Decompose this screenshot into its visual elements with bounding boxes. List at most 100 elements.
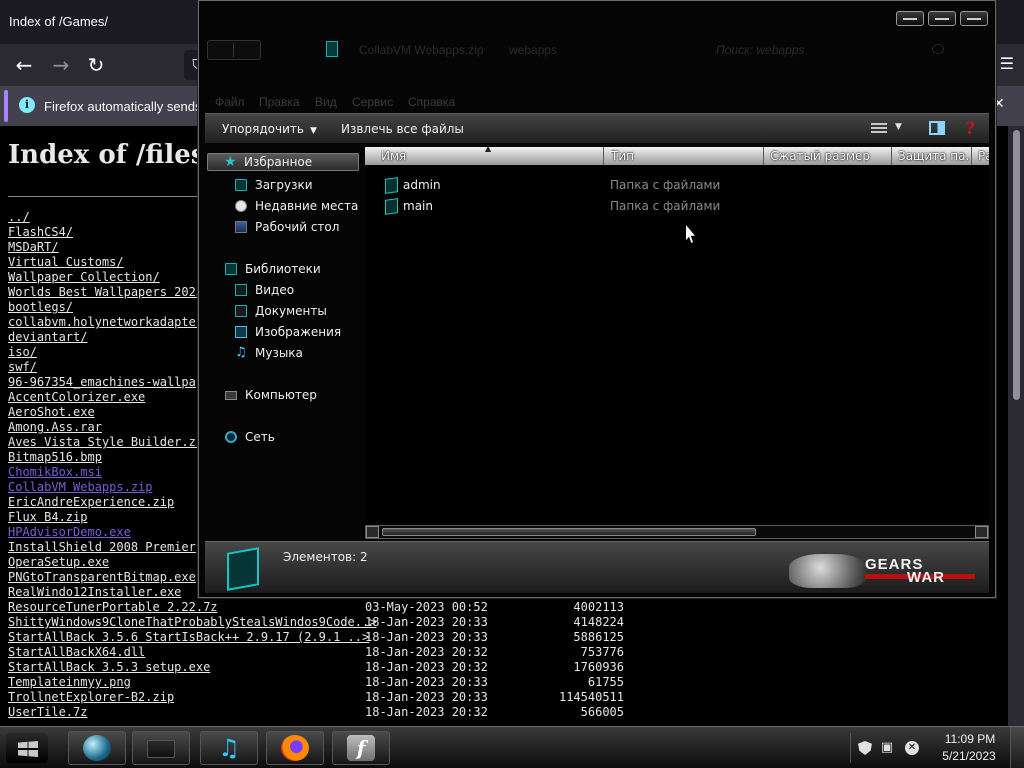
clock-date[interactable]: 5/21/2023 xyxy=(936,749,1002,763)
file-link[interactable]: Among.Ass.rar xyxy=(8,420,102,435)
file-link[interactable]: deviantart/ xyxy=(8,330,87,345)
divider xyxy=(8,196,208,197)
item-count: Элементов: 2 xyxy=(283,550,368,564)
horizontal-scrollbar[interactable] xyxy=(365,525,989,539)
file-date: 03-May-2023 00:52 xyxy=(365,600,488,614)
search-input[interactable]: Поиск: webapps xyxy=(716,43,804,57)
file-link[interactable]: OperaSetup.exe xyxy=(8,555,109,570)
list-item[interactable]: main Папка с файлами xyxy=(365,196,985,216)
menu-view[interactable]: Вид xyxy=(315,95,337,109)
maximize-button[interactable] xyxy=(928,11,956,26)
file-link[interactable]: swf/ xyxy=(8,360,37,375)
list-item[interactable]: admin Папка с файлами xyxy=(365,175,985,195)
file-link[interactable]: ShittyWindows9CloneThatProbablyStealsWin… xyxy=(8,615,376,630)
file-link[interactable]: AccentColorizer.exe xyxy=(8,390,145,405)
file-link[interactable]: ../ xyxy=(8,210,30,225)
show-desktop-button[interactable] xyxy=(1010,727,1024,768)
column-compressed-size[interactable]: Сжатый размер xyxy=(770,149,890,163)
column-divider[interactable] xyxy=(603,147,604,165)
file-link[interactable]: PNGtoTransparentBitmap.exe xyxy=(8,570,196,585)
file-link[interactable]: Wallpaper Collection/ xyxy=(8,270,160,285)
file-link[interactable]: Worlds Best Wallpapers 2023 xyxy=(8,285,203,300)
taskbar-media-player[interactable]: ♫ xyxy=(200,731,258,765)
clock-time[interactable]: 11:09 PM xyxy=(940,732,1000,746)
taskbar-flash[interactable]: f xyxy=(332,731,390,765)
file-link[interactable]: 96-967354_emachines-wallpap xyxy=(8,375,203,390)
taskbar-firefox[interactable] xyxy=(266,731,324,765)
breadcrumb-folder[interactable]: webapps xyxy=(509,43,557,57)
file-link[interactable]: InstallShield 2008 Premier xyxy=(8,540,196,555)
column-password[interactable]: Защита па... xyxy=(898,149,970,163)
forward-icon[interactable]: → xyxy=(49,53,73,77)
file-link[interactable]: StartAllBack 3.5.3 setup.exe xyxy=(8,660,210,675)
action-center-icon[interactable] xyxy=(858,741,872,755)
menu-edit[interactable]: Правка xyxy=(259,95,300,109)
recent-places-icon xyxy=(235,200,247,212)
file-link[interactable]: Flux B4.zip xyxy=(8,510,87,525)
file-date: 18-Jan-2023 20:33 xyxy=(365,615,488,629)
file-link[interactable]: RealWindo12Installer.exe xyxy=(8,585,181,600)
views-icon[interactable] xyxy=(871,123,887,135)
taskbar-internet-explorer[interactable] xyxy=(68,731,126,765)
file-link[interactable]: StartAllBack 3.5.6 StartIsBack++ 2.9.17 … xyxy=(8,630,369,645)
file-link[interactable]: Virtual Customs/ xyxy=(8,255,124,270)
start-button[interactable] xyxy=(6,733,48,763)
column-divider[interactable] xyxy=(971,147,972,165)
reload-icon[interactable]: ↻ xyxy=(84,53,108,77)
column-divider[interactable] xyxy=(891,147,892,165)
file-link[interactable]: ChomikBox.msi xyxy=(8,465,102,480)
menu-help[interactable]: Справка xyxy=(408,95,455,109)
file-date: 18-Jan-2023 20:32 xyxy=(365,660,488,674)
search-icon[interactable] xyxy=(932,44,944,54)
file-link[interactable]: bootlegs/ xyxy=(8,300,73,315)
file-link[interactable]: AeroShot.exe xyxy=(8,405,95,420)
file-link[interactable]: Templateinmyy.png xyxy=(8,675,131,690)
help-icon[interactable]: ? xyxy=(965,119,975,139)
file-link[interactable]: iso/ xyxy=(8,345,37,360)
file-link[interactable]: collabvm.holynetworkadapter xyxy=(8,315,203,330)
column-divider[interactable] xyxy=(763,147,764,165)
column-size[interactable]: Ра xyxy=(978,149,989,163)
divider xyxy=(233,43,234,57)
zip-folder-icon xyxy=(326,41,338,57)
file-link[interactable]: TrollnetExplorer-B2.zip xyxy=(8,690,174,705)
taskbar-explorer[interactable] xyxy=(132,731,190,765)
column-type[interactable]: Тип xyxy=(611,149,761,163)
scroll-left-button[interactable] xyxy=(366,526,379,538)
scrollbar-thumb[interactable] xyxy=(382,528,756,536)
network-icon[interactable]: ▣ xyxy=(880,741,894,755)
back-icon[interactable]: ← xyxy=(12,53,36,77)
file-link[interactable]: FlashCS4/ xyxy=(8,225,73,240)
menu-tools[interactable]: Сервис xyxy=(352,95,393,109)
skull-icon xyxy=(789,554,867,588)
file-link[interactable]: EricAndreExperience.zip xyxy=(8,495,174,510)
file-date: 18-Jan-2023 20:33 xyxy=(365,690,488,704)
organize-button[interactable]: Упорядочить ▼ xyxy=(222,122,317,136)
back-forward-buttons[interactable] xyxy=(207,40,261,60)
menu-file[interactable]: Файл xyxy=(215,95,245,109)
breadcrumb-archive[interactable]: CollabVM Webapps.zip xyxy=(359,43,484,57)
file-link[interactable]: UserTile.7z xyxy=(8,705,87,720)
file-link[interactable]: MSDaRT/ xyxy=(8,240,59,255)
hamburger-menu-icon[interactable]: ☰ xyxy=(1000,54,1014,73)
page-scrollbar-thumb[interactable] xyxy=(1013,130,1020,400)
file-link[interactable]: HPAdvisorDemo.exe xyxy=(8,525,131,540)
file-link[interactable]: CollabVM Webapps.zip xyxy=(8,480,153,495)
column-name[interactable]: Имя xyxy=(381,149,601,163)
file-link[interactable]: Bitmap516.bmp xyxy=(8,450,102,465)
menu-bar: Файл Правка Вид Сервис Справка xyxy=(199,93,995,111)
close-button[interactable] xyxy=(960,11,988,26)
file-link[interactable]: ResourceTunerPortable 2.22.7z xyxy=(8,600,218,615)
volume-muted-icon[interactable]: ✕ xyxy=(905,741,919,755)
scroll-right-button[interactable] xyxy=(975,526,988,538)
minimize-button[interactable] xyxy=(896,11,924,26)
extract-all-button[interactable]: Извлечь все файлы xyxy=(341,122,464,136)
file-link[interactable]: StartAllBackX64.dll xyxy=(8,645,145,660)
list-item: StartAllBack 3.5.6 StartIsBack++ 2.9.17 … xyxy=(8,630,1008,645)
browser-tab-title[interactable]: Index of /Games/ xyxy=(9,14,108,29)
nav-item-favorites[interactable]: ★ Избранное xyxy=(207,153,359,171)
preview-pane-icon[interactable] xyxy=(929,121,945,135)
chevron-down-icon[interactable]: ▼ xyxy=(895,122,902,132)
file-link[interactable]: Aves Vista Style Builder.zi xyxy=(8,435,203,450)
column-headers: ▲ Имя Тип Сжатый размер Защита па... Ра xyxy=(365,144,989,165)
